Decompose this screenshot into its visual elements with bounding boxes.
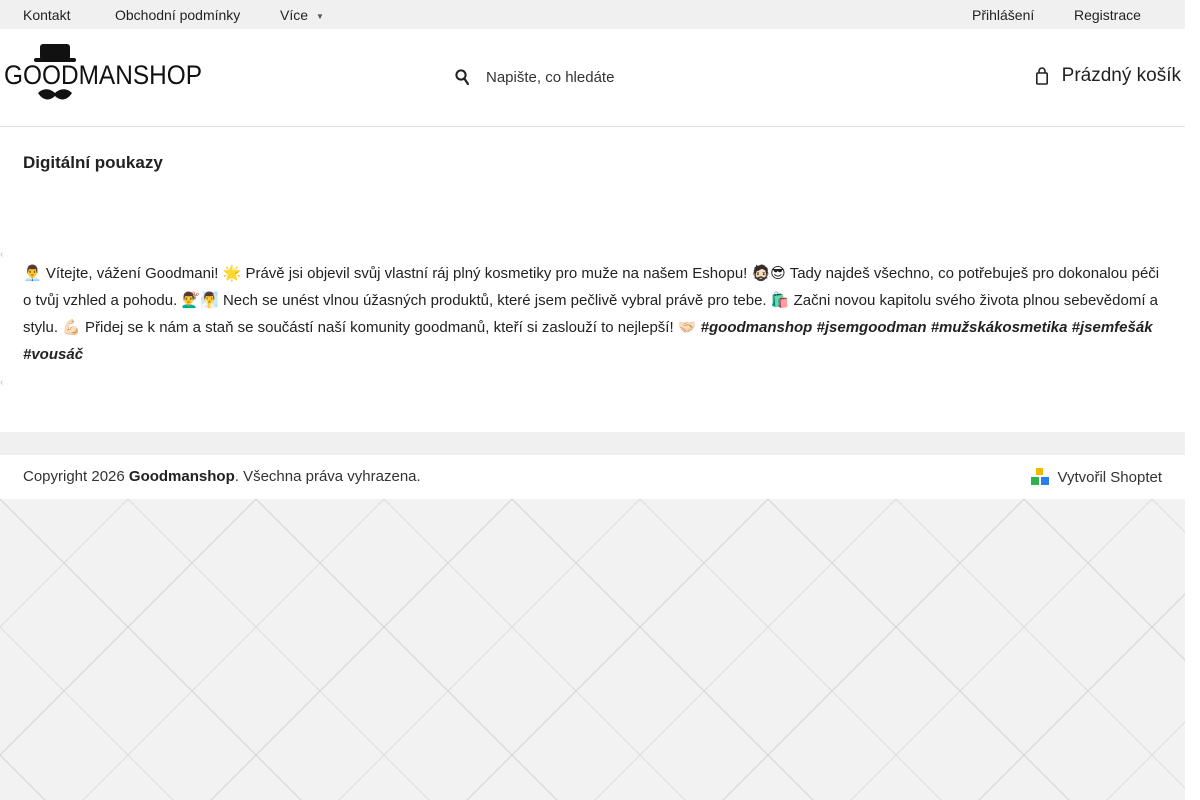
diamond-pattern	[0, 499, 1185, 800]
cart-label: Prázdný košík	[1061, 65, 1181, 86]
copyright-suffix: . Všechna práva vyhrazena.	[234, 468, 421, 485]
topbar-link-terms[interactable]: Obchodní podmínky	[115, 7, 240, 23]
site-logo[interactable]: GOODMANSHOP	[4, 43, 204, 107]
topbar-link-contact[interactable]: Kontakt	[23, 7, 70, 23]
chevron-left-icon: ‹	[0, 249, 4, 260]
shoptet-label: Vytvořil Shoptet	[1057, 468, 1163, 486]
more-label: Více	[280, 7, 309, 23]
chevron-down-icon: ▼	[316, 11, 324, 21]
shoptet-link[interactable]: Vytvořil Shoptet	[1030, 468, 1163, 486]
hashtag: #jsemgoodman	[816, 319, 927, 336]
logo-wordmark: GOODMANSHOP	[4, 60, 202, 90]
background-pattern	[0, 499, 1185, 800]
search-bar[interactable]	[455, 64, 746, 90]
category-description: 👨‍💼 Vítejte, vážení Goodmani! 🌟 Právě js…	[23, 260, 1163, 368]
page-title: Digitální poukazy	[23, 153, 163, 172]
footer-divider	[0, 432, 1185, 455]
login-link[interactable]: Přihlášení	[972, 7, 1034, 23]
cart-button[interactable]: Prázdný košík	[1035, 65, 1181, 87]
copyright-brand: Goodmanshop	[128, 468, 235, 485]
hashtag: #goodmanshop	[700, 319, 813, 336]
top-bar: Kontakt Obchodní podmínky Více ▼ Přihláše…	[0, 0, 1185, 29]
search-input[interactable]	[486, 68, 746, 86]
site-header: GOODMANSHOP Prázdný košík	[0, 29, 1185, 127]
hashtag: #vousáč	[23, 346, 84, 363]
copyright-prefix: Copyright 2026	[23, 468, 129, 485]
topbar-link-more[interactable]: Více ▼	[280, 7, 324, 23]
shoptet-logo-icon	[1030, 468, 1049, 485]
main-content: Digitální poukazy ‹ ‹ 👨‍💼 Vítejte, vážen…	[0, 127, 1185, 432]
register-link[interactable]: Registrace	[1074, 7, 1141, 23]
hashtag: #jsemfešák	[1071, 319, 1153, 336]
search-icon[interactable]	[455, 69, 469, 85]
scrollbar[interactable]	[1185, 0, 1200, 800]
copyright-text: Copyright 2026 Goodmanshop. Všechna práv…	[23, 468, 421, 485]
hashtag: #mužskákosmetika	[930, 319, 1068, 336]
chevron-left-icon: ‹	[0, 377, 4, 388]
shopping-bag-icon	[1035, 67, 1048, 85]
site-footer: Copyright 2026 Goodmanshop. Všechna práv…	[0, 455, 1185, 499]
